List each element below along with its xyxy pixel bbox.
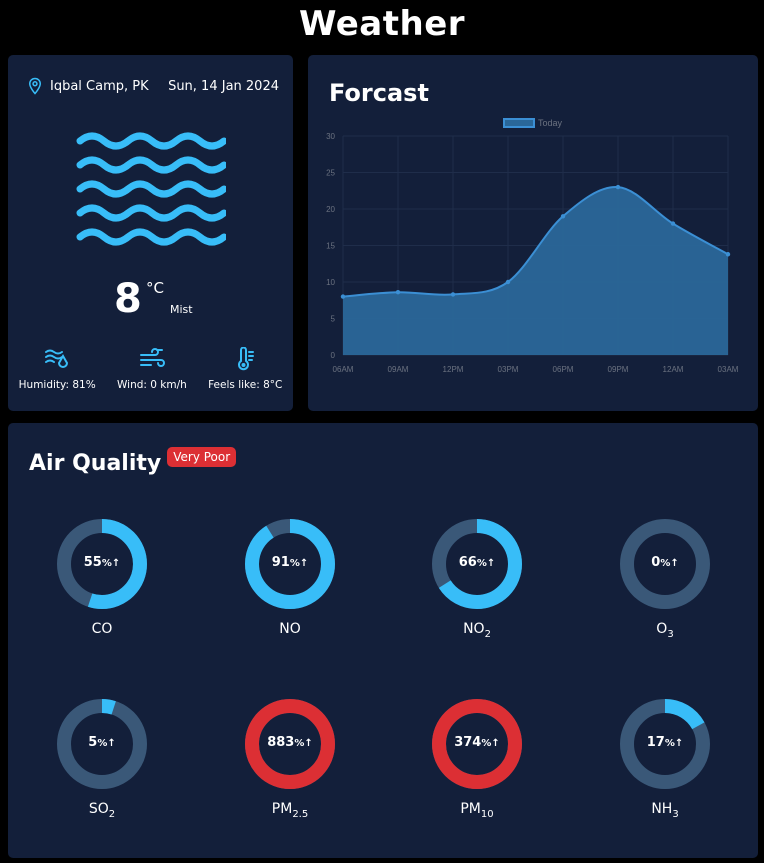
pollutant-gauge: 91%↑ NO [215,519,365,649]
x-tick-label: 03PM [498,365,519,374]
feels-like-stat: Feels like: 8°C [208,347,282,391]
pollutant-label: PM2.5 [271,801,309,820]
y-tick-label: 20 [326,205,335,214]
series-area-today [343,187,728,355]
gauge-value: 0%↑ [651,555,679,570]
location-pin-icon [28,77,42,95]
data-point [395,290,401,295]
x-tick-label: 06PM [553,365,574,374]
forecast-chart: 0 5 10 15 20 25 30 06AM 09AM 12PM 03PM 06PM 09PM 12AM… [326,118,739,374]
pollutant-gauge: 55%↑ CO [27,519,177,649]
gauge-value: 883%↑ [267,735,313,750]
weather-stats: Humidity: 81% Wind: 0 km/h Feels like: 8… [8,347,293,391]
page-title: Weather [298,4,466,44]
gauge-value: 17%↑ [646,735,684,750]
pollutant-label: CO [91,621,113,637]
data-point [725,252,731,257]
pollutant-gauge: 17%↑ NH3 [590,699,740,829]
temperature-value: 8 [114,276,142,322]
data-point [560,214,566,219]
data-point [450,292,456,297]
humidity-icon [45,349,69,368]
pollutant-gauge: 374%↑ PM10 [402,699,552,829]
x-tick-label: 12PM [443,365,464,374]
location-row: Iqbal Camp, PK Sun, 14 Jan 2024 [26,76,279,96]
temperature-display: 8 °C Mist [114,276,193,327]
air-quality-card: Air Quality Very Poor 55%↑ CO 91%↑ NO 66… [8,423,758,858]
humidity-stat: Humidity: 81% [19,347,96,391]
forecast-title: Forcast [329,79,429,107]
y-tick-label: 25 [326,169,335,178]
y-tick-label: 30 [326,132,335,141]
data-point [615,184,621,190]
data-point [670,221,676,226]
pollutant-label: PM10 [460,801,494,820]
gauge-value: 55%↑ [83,555,121,570]
pollutant-label: NO [279,621,301,637]
air-quality-header: Air Quality Very Poor [29,447,237,476]
legend-swatch-today [503,118,535,128]
pollutant-label: O3 [656,621,674,640]
x-tick-label: 12AM [663,365,684,374]
gauge-value: 374%↑ [454,735,500,750]
x-tick-label: 03AM [718,365,739,374]
air-quality-status-badge: Very Poor [167,447,237,467]
pollutant-gauge: 5%↑ SO2 [27,699,177,829]
temperature-unit: °C [146,279,164,297]
data-point [505,279,511,285]
y-tick-label: 5 [331,315,336,324]
y-tick-label: 0 [331,351,336,360]
gauge-value: 5%↑ [88,735,116,750]
feels-like-label: Feels like: 8°C [208,379,283,391]
x-tick-label: 06AM [333,365,354,374]
forecast-card: Forcast 0 5 10 15 20 25 30 06AM 09AM 12PM 03PM 06PM… [308,55,758,411]
x-tick-label: 09AM [388,365,409,374]
location-name: Iqbal Camp, PK [50,78,149,94]
gauge-value: 66%↑ [458,555,496,570]
current-weather-card: Iqbal Camp, PK Sun, 14 Jan 2024 8 °C Mis… [8,55,293,411]
current-date: Sun, 14 Jan 2024 [168,78,279,94]
pollutant-label: NH3 [651,801,679,820]
pollutant-label: NO2 [463,621,491,640]
x-tick-label: 09PM [608,365,629,374]
y-tick-label: 15 [326,242,335,251]
wind-label: Wind: 0 km/h [117,379,187,391]
pollutant-label: SO2 [88,801,116,820]
humidity-label: Humidity: 81% [18,379,96,391]
wind-stat: Wind: 0 km/h [117,347,187,391]
gauge-value: 91%↑ [271,555,309,570]
pollutant-gauge: 66%↑ NO2 [402,519,552,649]
y-tick-label: 10 [326,278,335,287]
data-point [340,294,346,299]
thermometer-icon [238,347,255,371]
pollutant-gauge: 883%↑ PM2.5 [215,699,365,829]
mist-icon [76,132,226,246]
air-quality-title: Air Quality [29,451,162,476]
pollutant-gauge: 0%↑ O3 [590,519,740,649]
wind-icon [139,348,165,367]
legend-label-today: Today [538,118,563,128]
weather-description: Mist [170,303,193,316]
